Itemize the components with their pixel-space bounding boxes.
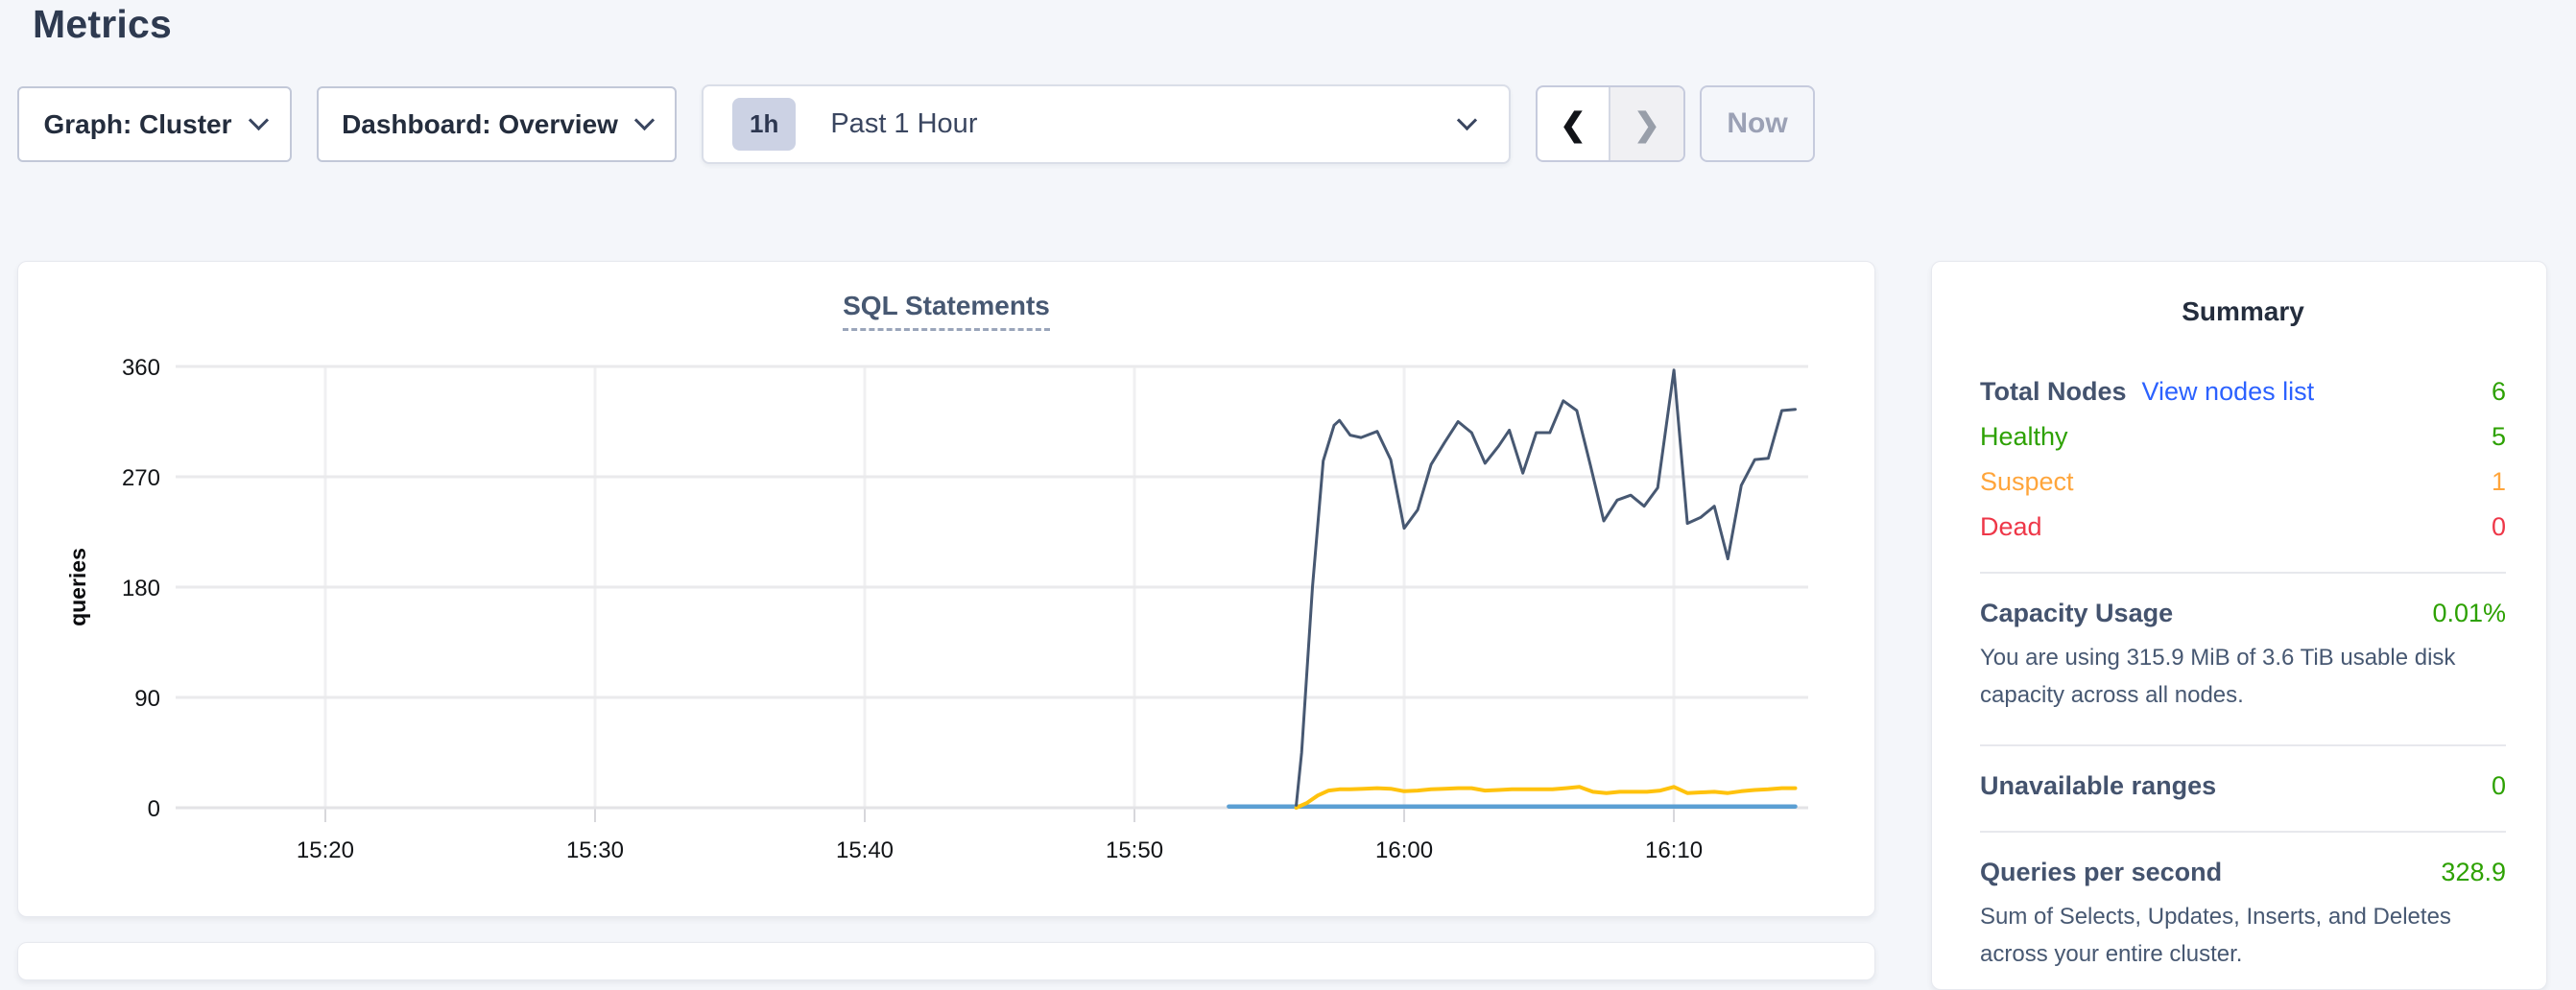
y-tick-label: 270 <box>122 465 160 491</box>
dashboard-dropdown[interactable]: Dashboard: Overview <box>317 86 677 162</box>
capacity-section: Capacity Usage 0.01% You are using 315.9… <box>1980 574 2506 714</box>
y-tick-label: 0 <box>148 796 160 822</box>
queries-per-second-value: 328.9 <box>2441 858 2506 887</box>
total-nodes-row: Total Nodes View nodes list 6 <box>1980 377 2506 406</box>
suspect-label: Suspect <box>1980 467 2074 497</box>
dead-value: 0 <box>2492 512 2506 542</box>
y-tick-label: 180 <box>122 576 160 601</box>
sql-statements-card: SQL Statements 15:2015:3015:4015:5016:00… <box>17 261 1875 917</box>
suspect-nodes-row: Suspect 1 <box>1980 467 2506 496</box>
graph-dropdown-label: Graph: Cluster <box>43 109 231 140</box>
dead-nodes-row: Dead 0 <box>1980 512 2506 541</box>
unavailable-ranges-value: 0 <box>2492 771 2506 801</box>
time-range-badge: 1h <box>732 98 796 151</box>
queries-per-second-label: Queries per second <box>1980 858 2222 887</box>
healthy-value: 5 <box>2492 422 2506 452</box>
y-axis-label: queries <box>65 548 90 626</box>
x-tick-label: 16:00 <box>1375 837 1433 863</box>
x-tick-label: 15:50 <box>1106 837 1163 863</box>
total-nodes-value: 6 <box>2492 377 2506 407</box>
dashboard-dropdown-label: Dashboard: Overview <box>342 109 618 140</box>
x-tick-label: 15:40 <box>836 837 894 863</box>
capacity-usage-value: 0.01% <box>2432 599 2506 628</box>
x-tick-label: 15:30 <box>566 837 624 863</box>
unavailable-ranges-section: Unavailable ranges 0 <box>1980 746 2506 800</box>
unavailable-ranges-label: Unavailable ranges <box>1980 771 2216 801</box>
node-status-list: Total Nodes View nodes list 6 Healthy 5 … <box>1980 377 2506 541</box>
y-tick-label: 90 <box>134 686 160 712</box>
chevron-down-icon <box>248 110 268 130</box>
time-pager: ❮ ❯ <box>1536 85 1685 162</box>
time-range-label: Past 1 Hour <box>830 108 977 140</box>
graph-dropdown[interactable]: Graph: Cluster <box>17 86 292 162</box>
next-time-button[interactable]: ❯ <box>1610 87 1683 160</box>
page-title: Metrics <box>33 2 172 47</box>
summary-title: Summary <box>1980 296 2506 327</box>
sql-statements-chart[interactable]: 15:20 15:30 15:40 15:50 16:00 16:10 0 90 180 270 3… <box>18 262 1874 916</box>
chevron-right-icon: ❯ <box>1634 106 1660 143</box>
next-chart-card <box>17 942 1875 980</box>
prev-time-button[interactable]: ❮ <box>1538 87 1610 160</box>
chevron-down-icon <box>1457 110 1477 130</box>
summary-card: Summary Total Nodes View nodes list 6 He… <box>1931 261 2547 990</box>
chevron-down-icon <box>634 110 655 130</box>
suspect-value: 1 <box>2492 467 2506 497</box>
view-nodes-list-link[interactable]: View nodes list <box>2142 377 2315 407</box>
x-tick-label: 15:20 <box>297 837 354 863</box>
y-tick-label: 360 <box>122 355 160 381</box>
capacity-usage-label: Capacity Usage <box>1980 599 2173 628</box>
qps-section: Queries per second 328.9 Sum of Selects,… <box>1980 833 2506 973</box>
capacity-usage-description: You are using 315.9 MiB of 3.6 TiB usabl… <box>1980 639 2506 714</box>
healthy-label: Healthy <box>1980 422 2068 452</box>
queries-per-second-description: Sum of Selects, Updates, Inserts, and De… <box>1980 898 2506 973</box>
dead-label: Dead <box>1980 512 2042 542</box>
total-nodes-label: Total Nodes <box>1980 377 2127 407</box>
x-tick-label: 16:10 <box>1645 837 1703 863</box>
time-range-selector[interactable]: 1h Past 1 Hour <box>702 84 1511 164</box>
healthy-nodes-row: Healthy 5 <box>1980 422 2506 451</box>
now-button[interactable]: Now <box>1700 85 1815 162</box>
chevron-left-icon: ❮ <box>1560 106 1586 143</box>
